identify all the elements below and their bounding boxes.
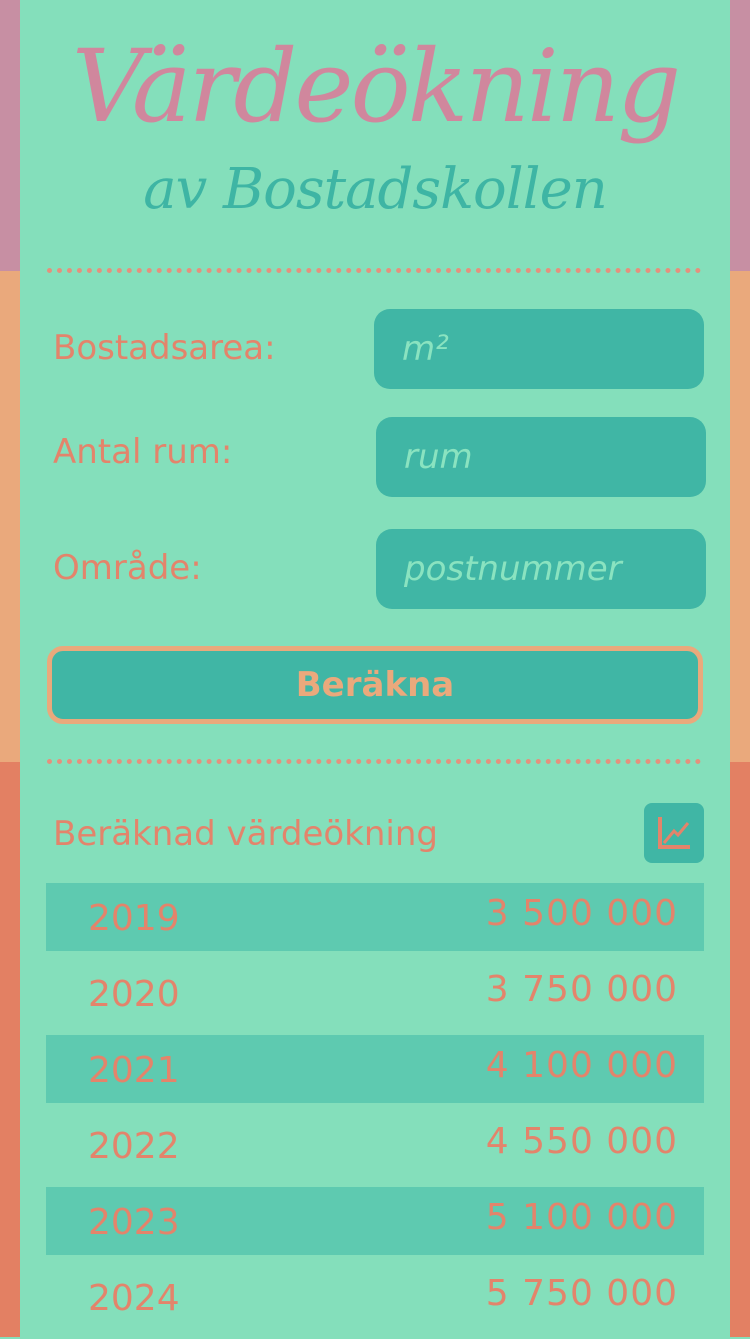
year-cell: 2019 bbox=[88, 898, 180, 939]
chart-icon bbox=[658, 817, 690, 849]
value-cell: 5 750 000 bbox=[485, 1273, 678, 1314]
area-label: Bostadsarea: bbox=[53, 328, 276, 368]
value-cell: 5 100 000 bbox=[485, 1197, 678, 1238]
table-row: 2021 4 100 000 bbox=[46, 1035, 704, 1103]
area-field[interactable] bbox=[374, 309, 704, 389]
value-cell: 4 100 000 bbox=[485, 1045, 678, 1086]
table-row: 2023 5 100 000 bbox=[46, 1187, 704, 1255]
area-input[interactable] bbox=[400, 328, 704, 370]
chart-toggle-button[interactable] bbox=[644, 803, 704, 863]
left-stripe bbox=[0, 0, 20, 1337]
table-row: 2024 5 750 000 bbox=[46, 1263, 704, 1331]
calculate-button[interactable]: Beräkna bbox=[47, 646, 703, 724]
divider-top bbox=[47, 268, 701, 273]
main-panel: Värdeökning av Bostadskollen Bostadsarea… bbox=[20, 0, 730, 1337]
region-input[interactable] bbox=[402, 548, 706, 590]
year-cell: 2021 bbox=[88, 1050, 180, 1091]
app-subtitle: av Bostadskollen bbox=[143, 157, 608, 222]
rooms-label: Antal rum: bbox=[53, 432, 233, 472]
value-cell: 3 500 000 bbox=[485, 893, 678, 934]
region-field[interactable] bbox=[376, 529, 706, 609]
rooms-field[interactable] bbox=[376, 417, 706, 497]
rooms-input[interactable] bbox=[402, 436, 706, 478]
year-cell: 2022 bbox=[88, 1126, 180, 1167]
results-label: Beräknad värdeökning bbox=[53, 814, 438, 854]
divider-bottom bbox=[47, 759, 701, 764]
app-title: Värdeökning bbox=[71, 28, 681, 145]
value-cell: 4 550 000 bbox=[485, 1121, 678, 1162]
region-label: Område: bbox=[53, 548, 202, 588]
results-table: 2019 3 500 000 2020 3 750 000 2021 4 100… bbox=[46, 883, 704, 1339]
table-row: 2020 3 750 000 bbox=[46, 959, 704, 1027]
table-row: 2022 4 550 000 bbox=[46, 1111, 704, 1179]
year-cell: 2020 bbox=[88, 974, 180, 1015]
table-row: 2019 3 500 000 bbox=[46, 883, 704, 951]
value-cell: 3 750 000 bbox=[485, 969, 678, 1010]
year-cell: 2023 bbox=[88, 1202, 180, 1243]
right-stripe bbox=[730, 0, 750, 1337]
year-cell: 2024 bbox=[88, 1278, 180, 1319]
